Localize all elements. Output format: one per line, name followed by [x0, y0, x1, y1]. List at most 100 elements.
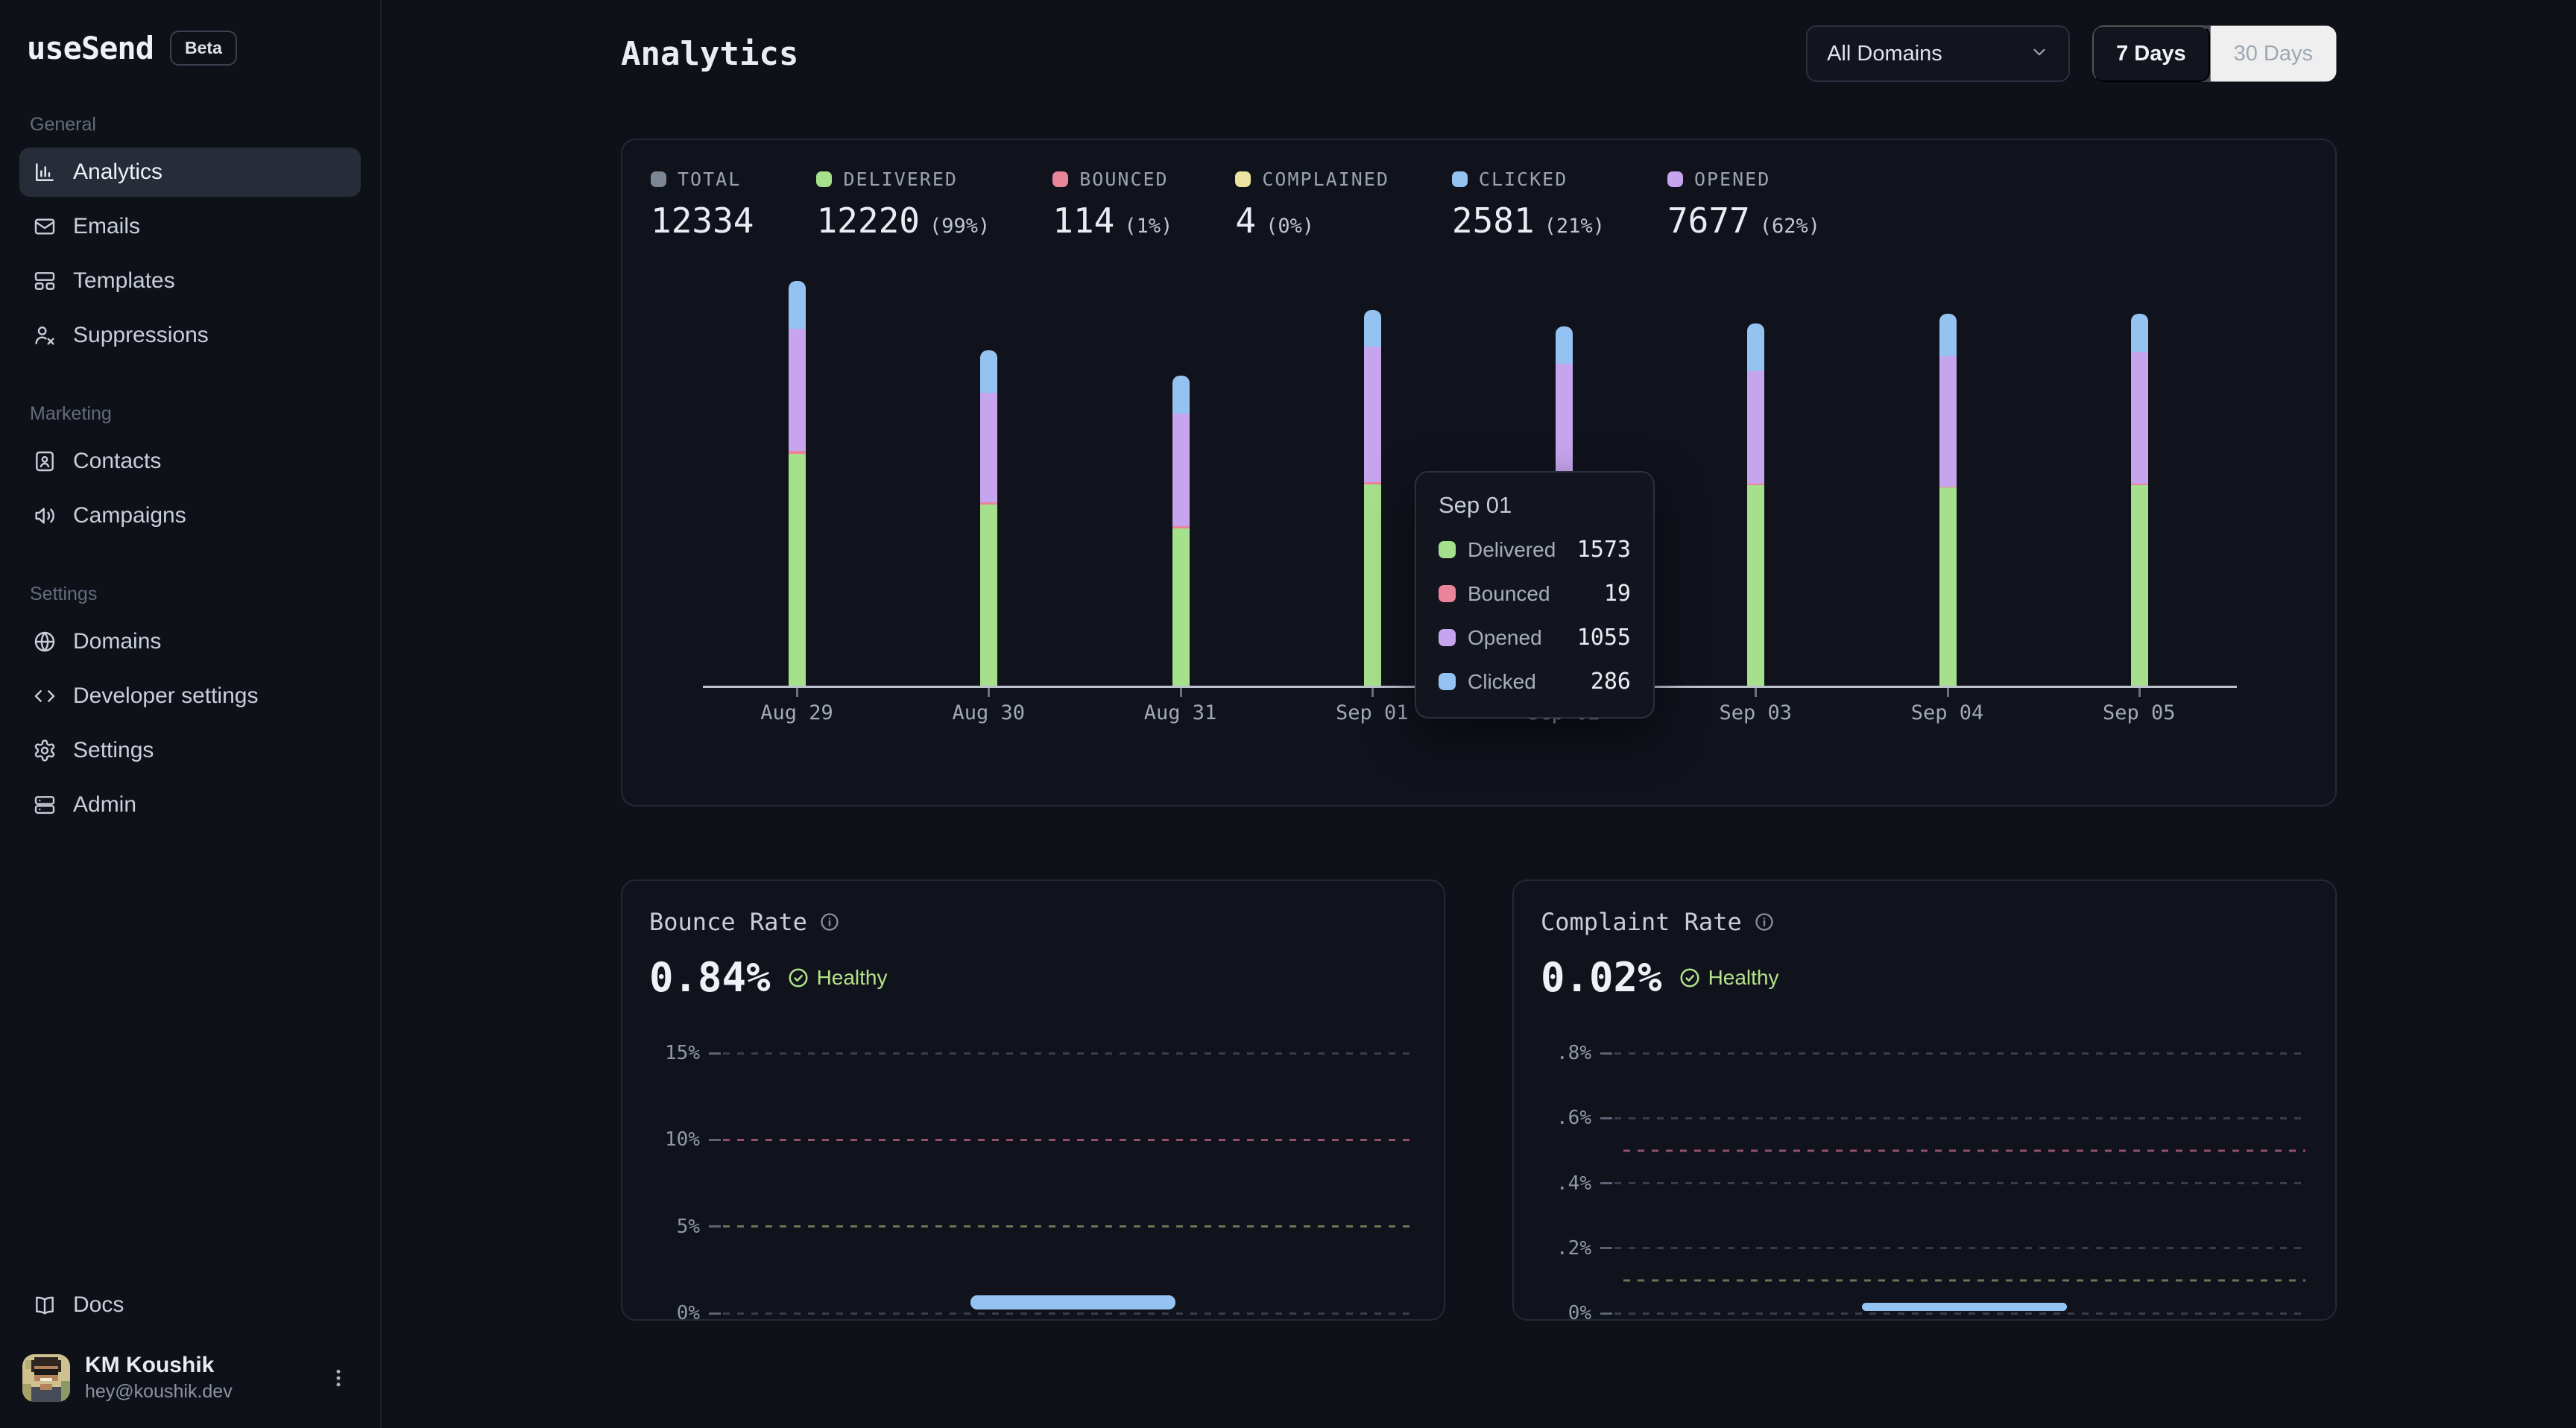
stat-opened: OPENED 7677 (62%) [1667, 168, 1820, 241]
bar-sep-03[interactable] [1747, 323, 1764, 686]
stat-value: 7677 [1667, 200, 1750, 241]
sidebar-item-label: Developer settings [73, 683, 258, 709]
bar-sep-04[interactable] [1939, 314, 1957, 686]
bar-aug-29[interactable] [789, 281, 806, 686]
sidebar-item-contacts[interactable]: Contacts [19, 437, 361, 486]
y-tick-mark [1600, 1247, 1612, 1249]
check-circle-icon [787, 967, 809, 989]
contact-book-icon [33, 449, 57, 473]
y-tick-label: .2% [1541, 1237, 1600, 1260]
info-icon[interactable] [1754, 912, 1775, 932]
sidebar-item-campaigns[interactable]: Campaigns [19, 491, 361, 540]
stat-percent: (62%) [1760, 215, 1820, 238]
stat-value: 12334 [651, 200, 754, 241]
bounce-health-badge: Healthy [787, 966, 888, 990]
bar-segment-opened [1939, 356, 1957, 487]
bar-segment-delivered [1172, 528, 1190, 686]
complaint-rate-title: Complaint Rate [1541, 908, 1742, 936]
tooltip-swatch [1439, 629, 1456, 646]
stat-percent: (1%) [1124, 215, 1172, 238]
sidebar-item-label: Campaigns [73, 503, 186, 528]
app-root: useSend Beta GeneralAnalyticsEmailsTempl… [0, 0, 2576, 1428]
x-axis-label: Sep 03 [1720, 701, 1793, 724]
complaint-rate-card: Complaint Rate 0.02% Healthy [1512, 879, 2337, 1321]
y-tick-mark [1600, 1052, 1612, 1055]
x-axis-tick [1755, 688, 1757, 697]
bounce-health-label: Healthy [817, 966, 888, 990]
stat-label: COMPLAINED [1262, 168, 1389, 190]
info-icon[interactable] [819, 912, 840, 932]
sidebar-item-admin[interactable]: Admin [19, 780, 361, 830]
bar-segment-delivered [1939, 487, 1957, 685]
sidebar-item-label: Admin [73, 792, 136, 818]
x-axis-tick [1180, 688, 1182, 697]
server-icon [33, 793, 57, 817]
sidebar-item-emails[interactable]: Emails [19, 202, 361, 251]
sidebar-item-label: Templates [73, 268, 175, 294]
bar-segment-clicked [1172, 376, 1190, 414]
bar-chart-icon [33, 160, 57, 184]
tooltip-label: Opened [1468, 626, 1565, 650]
complaint-rate-chart: .8%.6%.4%.2%0% [1541, 1053, 2305, 1313]
sidebar-item-domains[interactable]: Domains [19, 617, 361, 666]
sidebar-item-developer-settings[interactable]: Developer settings [19, 672, 361, 721]
bar-segment-opened [1747, 371, 1764, 484]
x-axis-label: Aug 31 [1144, 701, 1217, 724]
stat-clicked: CLICKED2581(21%) [1452, 168, 1605, 241]
y-tick-label: 0% [649, 1302, 709, 1324]
range-30days-button[interactable]: 30 Days [2210, 25, 2337, 82]
bar-segment-clicked [980, 350, 997, 392]
stat-label: OPENED [1694, 168, 1770, 190]
stat-value: 4 [1235, 200, 1256, 241]
stat-dot-total [651, 171, 666, 187]
sidebar-item-suppressions[interactable]: Suppressions [19, 311, 361, 360]
rate-line-segment [1862, 1303, 2067, 1311]
stat-delivered: DELIVERED12220(99%) [816, 168, 990, 241]
y-tick-mark [1600, 1117, 1612, 1119]
page-header: Analytics All Domains 7 Days 30 Days [621, 0, 2337, 83]
user-x-icon [33, 323, 57, 347]
bar-sep-01[interactable] [1364, 310, 1381, 686]
tooltip-value: 19 [1604, 581, 1631, 607]
x-axis-label: Sep 05 [2103, 701, 2176, 724]
bar-sep-05[interactable] [2131, 314, 2148, 686]
tooltip-row-opened: Opened1055 [1439, 625, 1631, 651]
sidebar-item-docs[interactable]: Docs [19, 1280, 361, 1330]
stat-value: 2581 [1452, 200, 1535, 241]
range-7days-button[interactable]: 7 Days [2092, 25, 2210, 82]
y-tick-mark [1600, 1182, 1612, 1184]
bar-segment-clicked [1364, 310, 1381, 347]
bounce-rate-value: 0.84% [649, 954, 771, 1001]
user-row[interactable]: KM Koushik hey@koushik.dev [19, 1348, 361, 1406]
complaint-rate-value: 0.02% [1541, 954, 1662, 1001]
section-label-marketing: Marketing [19, 403, 361, 425]
megaphone-icon [33, 504, 57, 528]
docs-label: Docs [73, 1292, 124, 1318]
tooltip-row-bounced: Bounced19 [1439, 581, 1631, 607]
sidebar-item-settings[interactable]: Settings [19, 726, 361, 775]
kebab-menu-icon[interactable] [323, 1360, 353, 1396]
x-axis-tick [1947, 688, 1949, 697]
globe-icon [33, 630, 57, 654]
bar-aug-30[interactable] [980, 350, 997, 686]
logo-row: useSend Beta [19, 25, 361, 66]
sidebar-spacer [19, 835, 361, 1280]
check-circle-icon [1679, 967, 1701, 989]
sidebar-item-label: Emails [73, 214, 140, 239]
stat-dot-opened [1667, 171, 1683, 187]
domain-select-value: All Domains [1827, 42, 1942, 66]
sidebar-item-analytics[interactable]: Analytics [19, 148, 361, 197]
x-axis-label: Sep 01 [1336, 701, 1409, 724]
header-controls: All Domains 7 Days 30 Days [1806, 25, 2337, 82]
y-tick-label: 10% [649, 1128, 709, 1151]
domain-select[interactable]: All Domains [1806, 25, 2070, 82]
summary-stats-row: TOTAL12334DELIVERED12220(99%)BOUNCED114(… [649, 167, 2308, 241]
book-open-icon [33, 1293, 57, 1317]
bar-aug-31[interactable] [1172, 376, 1190, 686]
x-axis-tick [796, 688, 798, 697]
sidebar-item-label: Settings [73, 738, 154, 763]
sidebar-item-templates[interactable]: Templates [19, 256, 361, 306]
complaint-health-badge: Healthy [1679, 966, 1779, 990]
sidebar-item-label: Domains [73, 629, 161, 654]
avatar [22, 1354, 70, 1402]
